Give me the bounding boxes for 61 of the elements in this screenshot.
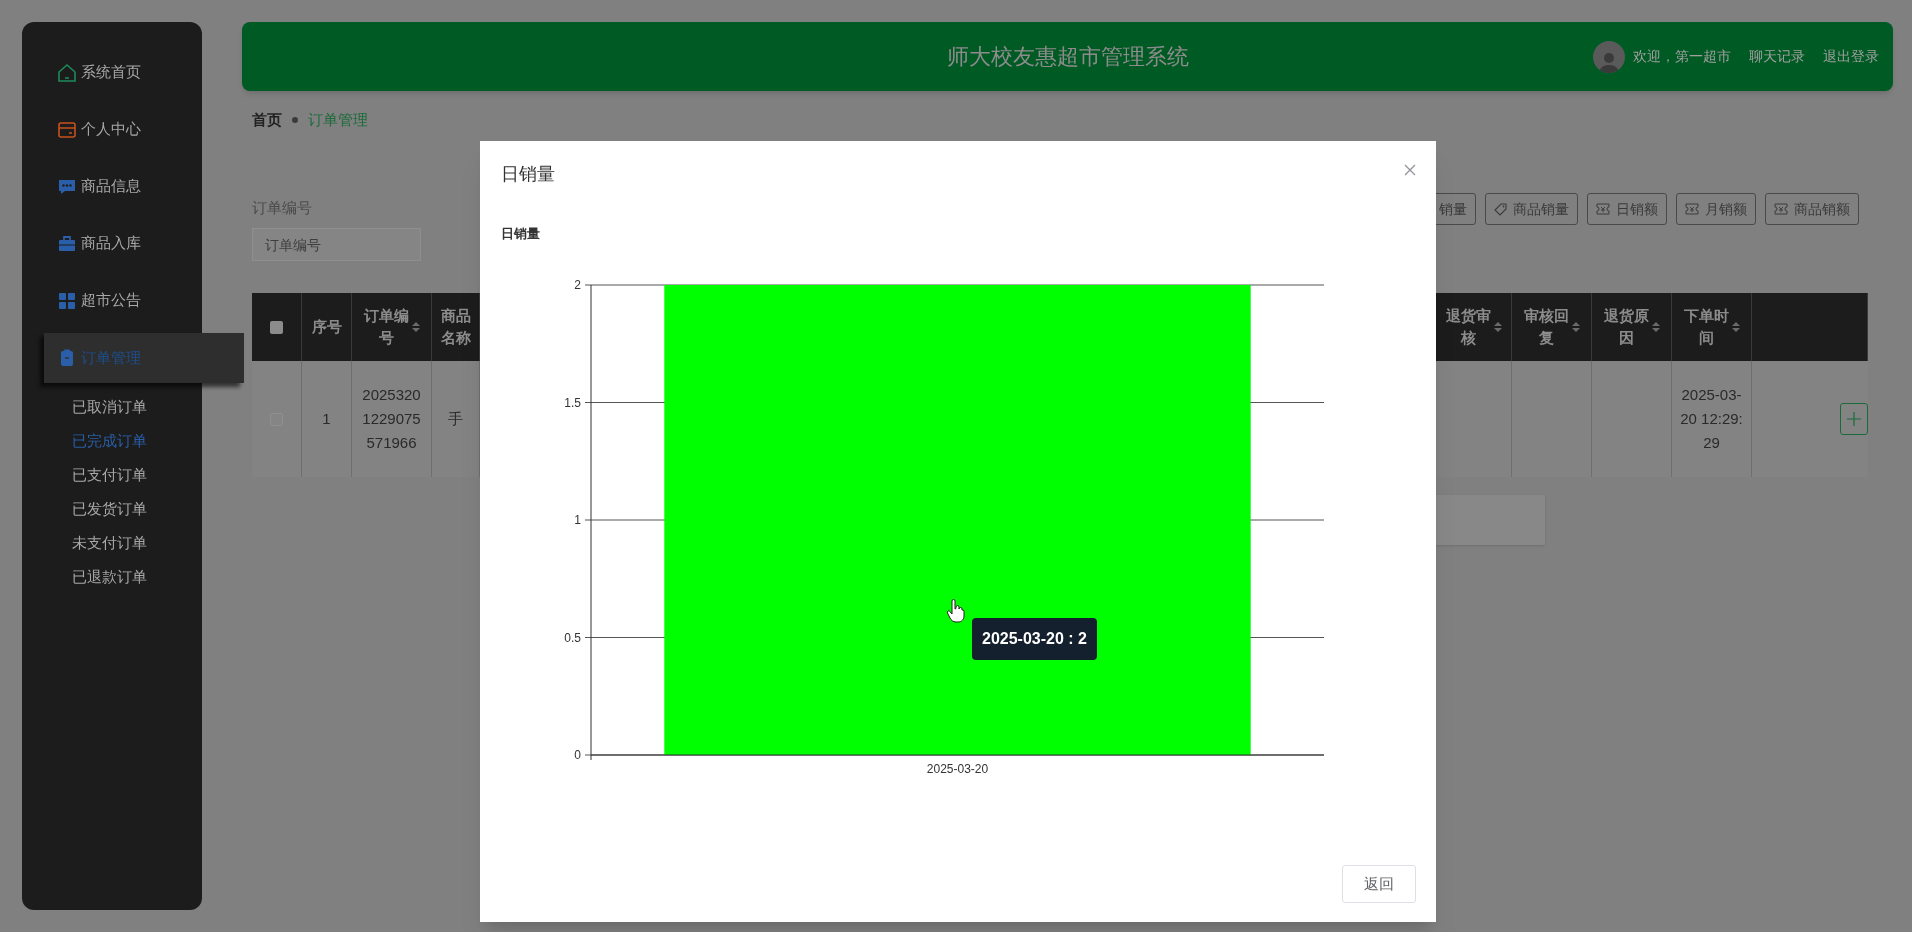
plus-icon (1847, 412, 1861, 426)
back-button[interactable]: 返回 (1342, 865, 1416, 903)
column-header[interactable]: 退货审核 (1436, 293, 1512, 361)
briefcase-icon (57, 233, 77, 254)
y-tick-label: 1 (574, 513, 581, 527)
submenu-item[interactable]: 已取消订单 (72, 395, 147, 419)
submenu-item[interactable]: 已完成订单 (72, 429, 147, 453)
ticket-icon (1685, 202, 1699, 216)
y-tick-label: 1.5 (564, 395, 581, 410)
chart-title: 日销量 (501, 225, 540, 243)
close-icon[interactable] (1404, 164, 1416, 176)
column-header[interactable]: 退货原因 (1592, 293, 1672, 361)
submenu-item[interactable]: 已发货订单 (72, 497, 147, 521)
sort-icon (1571, 322, 1580, 332)
submenu-item[interactable]: 未支付订单 (72, 531, 147, 555)
grid-icon (57, 290, 77, 311)
sidebar-item[interactable]: 商品信息 (22, 158, 202, 215)
table-cell-text: 1 (322, 409, 331, 429)
y-tick-label: 0 (574, 748, 581, 762)
table-cell-text: 手 (448, 409, 463, 429)
toolbar-button[interactable]: 日销额 (1587, 193, 1667, 225)
column-header[interactable]: 审核回复 (1512, 293, 1592, 361)
header-link[interactable]: 聊天记录 (1749, 46, 1805, 67)
sort-icon (1731, 322, 1740, 332)
y-tick-label: 0.5 (564, 630, 581, 645)
sort-icon (1651, 322, 1660, 332)
sort-icon (1493, 322, 1502, 332)
header-checkbox[interactable] (270, 320, 283, 334)
ticket-icon (1596, 202, 1610, 216)
sidebar-item[interactable]: 系统首页 (22, 44, 202, 101)
header-link[interactable]: 退出登录 (1823, 46, 1879, 67)
tag-icon (1494, 202, 1507, 216)
ticket-icon (1774, 202, 1788, 216)
sort-icon (411, 322, 420, 332)
table-cell-text: 2025-03-20 12:29:29 (1679, 385, 1744, 453)
add-button[interactable] (1840, 403, 1868, 435)
column-header[interactable]: 订单编号 (352, 293, 432, 361)
house-icon (57, 62, 77, 83)
toolbar-button[interactable]: 月销额 (1676, 193, 1756, 225)
chart-tooltip: 2025-03-20 : 2 (972, 618, 1097, 660)
app-title: 师大校友惠超市管理系统 (946, 43, 1189, 71)
column-header[interactable]: 下单时间 (1672, 293, 1752, 361)
order-number-field[interactable]: 订单编号 (252, 228, 421, 261)
breadcrumb-item[interactable]: 首页 (252, 108, 282, 132)
x-tick-label: 2025-03-20 (926, 762, 989, 776)
table-cell-text: 20253201229075571966 (361, 385, 422, 453)
dialog-title: 日销量 (501, 163, 555, 186)
toolbar-button[interactable]: 商品销额 (1765, 193, 1859, 225)
y-tick-label: 2 (574, 278, 581, 292)
wallet-icon (57, 119, 77, 140)
submenu-item[interactable]: 已支付订单 (72, 463, 147, 487)
sidebar-item[interactable]: 商品入库 (22, 215, 202, 272)
hand-cursor-icon (947, 599, 965, 623)
welcome-text: 欢迎，第一超市 (1633, 47, 1731, 66)
toolbar-button[interactable]: 商品销量 (1485, 193, 1578, 225)
sidebar-item[interactable]: 个人中心 (22, 101, 202, 158)
breadcrumb-separator (292, 117, 298, 123)
column-header: 序号 (302, 293, 352, 361)
submenu-item[interactable]: 已退款订单 (72, 565, 147, 589)
sidebar-item[interactable]: 超市公告 (22, 272, 202, 329)
column-header: 商品名称 (432, 293, 480, 361)
